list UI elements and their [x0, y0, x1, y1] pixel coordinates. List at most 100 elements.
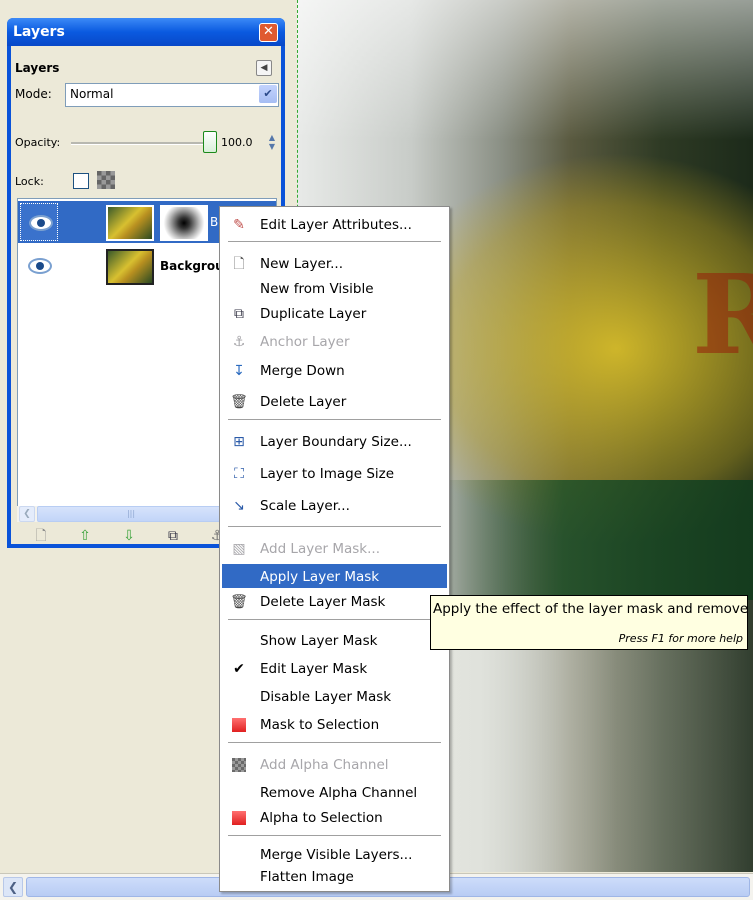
menu-separator: [228, 835, 441, 836]
edit-icon: ✎: [233, 217, 245, 233]
layers-titlebar[interactable]: Layers ✕: [7, 18, 285, 46]
eye-icon: [28, 258, 52, 274]
menu-item-alpha-to-selection[interactable]: Alpha to Selection: [222, 805, 447, 829]
menu-item-layer-to-image-size[interactable]: ⛶ Layer to Image Size: [222, 461, 447, 485]
menu-item-label: New from Visible: [260, 281, 374, 297]
layer-to-image-icon: ⛶: [234, 466, 244, 482]
panel-header: Layers: [15, 61, 60, 75]
layer-context-menu: ✎ Edit Layer Attributes... 🗋 New Layer..…: [219, 206, 450, 892]
merge-down-icon: ↧: [233, 363, 245, 379]
opacity-slider-thumb[interactable]: [203, 131, 217, 153]
chevron-down-icon[interactable]: ✔: [259, 85, 277, 103]
lower-layer-icon[interactable]: ⇩: [119, 526, 139, 546]
duplicate-layer-icon[interactable]: ⧉: [163, 526, 183, 546]
menu-item-label: Delete Layer Mask: [260, 594, 386, 610]
selection-icon: [230, 809, 248, 827]
menu-item-label: Mask to Selection: [260, 717, 380, 733]
menu-separator: [228, 742, 441, 743]
menu-item-label: Anchor Layer: [260, 334, 350, 350]
menu-item-label: Scale Layer...: [260, 498, 350, 514]
menu-separator: [228, 241, 441, 242]
menu-item-label: Add Alpha Channel: [260, 757, 389, 773]
mode-value: Normal: [70, 87, 114, 101]
menu-item-label: Alpha to Selection: [260, 810, 383, 826]
menu-item-add-layer-mask: ▧ Add Layer Mask...: [222, 536, 447, 560]
trash-icon: 🗑: [230, 394, 248, 410]
alpha-icon: [230, 756, 248, 774]
menu-item-new-layer[interactable]: 🗋 New Layer...: [222, 251, 447, 275]
opacity-slider-track[interactable]: [71, 142, 211, 145]
menu-item-show-layer-mask[interactable]: Show Layer Mask: [222, 628, 447, 652]
menu-item-edit-layer-mask[interactable]: ✔ Edit Layer Mask: [222, 656, 447, 680]
menu-item-scale-layer[interactable]: ↘ Scale Layer...: [222, 493, 447, 517]
layer-mask-thumbnail[interactable]: [160, 205, 208, 241]
lock-alpha-icon[interactable]: [97, 171, 115, 189]
canvas-highlight: [297, 0, 753, 140]
menu-separator: [228, 526, 441, 527]
boundary-icon: ⊞: [233, 434, 245, 450]
opacity-label: Opacity:: [15, 136, 61, 149]
menu-separator: [228, 619, 441, 620]
menu-item-label: Layer Boundary Size...: [260, 434, 412, 450]
lock-label: Lock:: [15, 175, 44, 188]
visibility-toggle[interactable]: [20, 247, 56, 283]
visibility-toggle[interactable]: [20, 203, 58, 241]
layer-thumbnail: [106, 205, 154, 241]
menu-item-merge-down[interactable]: ↧ Merge Down: [222, 358, 447, 382]
menu-separator: [228, 419, 441, 420]
trash-icon: 🗑: [230, 594, 248, 610]
mode-select[interactable]: Normal ✔: [65, 83, 279, 107]
lock-pixels-checkbox[interactable]: [73, 173, 89, 189]
scrollbar-thumb[interactable]: |||: [37, 506, 225, 522]
canvas-green-band: [437, 480, 753, 600]
menu-item-new-from-visible[interactable]: New from Visible: [222, 276, 447, 300]
menu-item-anchor-layer: ⚓ Anchor Layer: [222, 329, 447, 353]
menu-item-apply-layer-mask[interactable]: Apply Layer Mask: [222, 564, 447, 588]
scale-icon: ↘: [233, 498, 245, 514]
menu-item-mask-to-selection[interactable]: Mask to Selection: [222, 712, 447, 736]
opacity-spin-icon[interactable]: ▲ ▼: [267, 133, 277, 151]
menu-item-label: Disable Layer Mask: [260, 689, 392, 705]
menu-item-label: Merge Visible Layers...: [260, 847, 413, 863]
panel-menu-icon[interactable]: ◀: [256, 60, 272, 76]
menu-item-merge-visible-layers[interactable]: Merge Visible Layers...: [222, 842, 447, 866]
menu-item-duplicate-layer[interactable]: ⧉ Duplicate Layer: [222, 301, 447, 325]
menu-item-label: Edit Layer Mask: [260, 661, 368, 677]
menu-item-delete-layer[interactable]: 🗑 Delete Layer: [222, 389, 447, 413]
menu-item-flatten-image[interactable]: Flatten Image: [222, 864, 447, 888]
menu-item-label: Remove Alpha Channel: [260, 785, 418, 801]
checkmark-icon: ✔: [233, 661, 245, 677]
opacity-value[interactable]: 100.0: [221, 136, 253, 149]
menu-item-label: Apply Layer Mask: [260, 569, 380, 585]
menu-item-label: Edit Layer Attributes...: [260, 217, 412, 233]
eye-icon: [29, 215, 53, 231]
menu-item-disable-layer-mask[interactable]: Disable Layer Mask: [222, 684, 447, 708]
layer-name[interactable]: Backgrou: [160, 259, 224, 273]
new-layer-icon: 🗋: [233, 256, 245, 272]
menu-item-remove-alpha-channel[interactable]: Remove Alpha Channel: [222, 780, 447, 804]
tooltip: Apply the effect of the layer mask and r…: [430, 595, 753, 650]
menu-item-label: Flatten Image: [260, 869, 354, 885]
mode-label: Mode:: [15, 87, 52, 101]
close-icon[interactable]: ✕: [259, 23, 278, 42]
menu-item-label: Duplicate Layer: [260, 306, 367, 322]
menu-item-label: Merge Down: [260, 363, 345, 379]
menu-item-layer-boundary-size[interactable]: ⊞ Layer Boundary Size...: [222, 429, 447, 453]
selection-icon: [230, 716, 248, 734]
duplicate-icon: ⧉: [234, 306, 244, 322]
add-mask-icon: ▧: [232, 541, 246, 557]
menu-item-delete-layer-mask[interactable]: 🗑 Delete Layer Mask: [222, 589, 447, 613]
window-title: Layers: [13, 24, 65, 40]
tooltip-help: Press F1 for more help: [618, 632, 743, 645]
menu-item-edit-layer-attributes[interactable]: ✎ Edit Layer Attributes...: [222, 212, 447, 236]
scroll-left-arrow-icon[interactable]: ❮: [3, 877, 23, 897]
layer-thumbnail: [106, 249, 154, 285]
raise-layer-icon[interactable]: ⇧: [75, 526, 95, 546]
scroll-left-arrow-icon[interactable]: ❮: [19, 506, 35, 522]
menu-item-label: Show Layer Mask: [260, 633, 378, 649]
menu-item-add-alpha-channel: Add Alpha Channel: [222, 752, 447, 776]
layers-hscrollbar[interactable]: ❮ |||: [17, 506, 227, 522]
new-layer-icon[interactable]: 🗋: [31, 526, 51, 546]
menu-item-label: Add Layer Mask...: [260, 541, 381, 557]
anchor-icon: ⚓: [232, 334, 246, 350]
